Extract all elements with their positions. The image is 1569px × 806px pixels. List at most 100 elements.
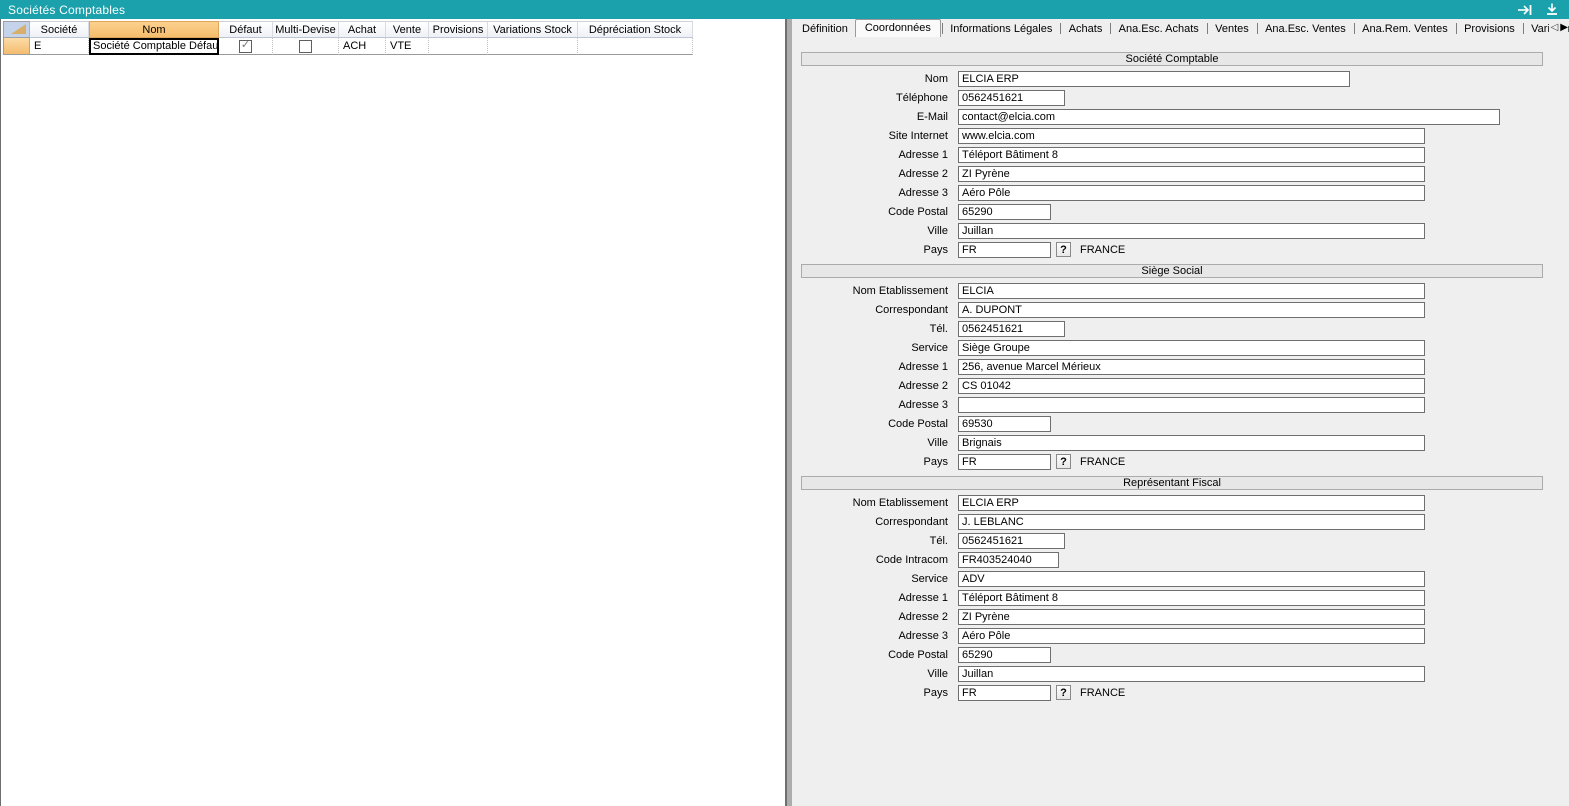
- column-header-provisions[interactable]: Provisions: [429, 21, 488, 38]
- sc-adresse2-input[interactable]: [958, 166, 1425, 182]
- ss-adresse2-input[interactable]: [958, 378, 1425, 394]
- sc-adresse1-input[interactable]: [958, 147, 1425, 163]
- rf-pays-input[interactable]: [958, 685, 1051, 701]
- sc-nom-input[interactable]: [958, 71, 1350, 87]
- tab-ana-esc-achats[interactable]: Ana.Esc. Achats: [1112, 21, 1206, 37]
- cell-variations-stock[interactable]: [488, 38, 578, 55]
- detail-tabbar: Définition Coordonnées Informations Léga…: [792, 19, 1569, 37]
- dock-right-icon[interactable]: [1516, 3, 1534, 16]
- ss-correspondant-input[interactable]: [958, 302, 1425, 318]
- section-societe-comptable: Nom Téléphone E-Mail Site Internet Adres…: [792, 66, 1569, 259]
- form-row: Pays ? FRANCE: [792, 683, 1569, 702]
- tab-achats[interactable]: Achats: [1062, 21, 1110, 37]
- check-icon: ✓: [241, 40, 250, 51]
- tab-ana-rem-ventes[interactable]: Ana.Rem. Ventes: [1355, 21, 1455, 37]
- ss-service-input[interactable]: [958, 340, 1425, 356]
- row-selector-cell[interactable]: [3, 38, 30, 55]
- panel-splitter[interactable]: [785, 19, 792, 806]
- form-row: Adresse 3: [792, 626, 1569, 645]
- field-label: Ville: [792, 225, 948, 237]
- section-header-siege-social: Siège Social: [801, 264, 1543, 278]
- rf-service-input[interactable]: [958, 571, 1425, 587]
- column-header-multi-devise[interactable]: Multi-Devise: [273, 21, 339, 38]
- sc-pays-input[interactable]: [958, 242, 1051, 258]
- form-row: Adresse 1: [792, 145, 1569, 164]
- sc-adresse3-input[interactable]: [958, 185, 1425, 201]
- ss-tel-input[interactable]: [958, 321, 1065, 337]
- tab-ventes[interactable]: Ventes: [1208, 21, 1256, 37]
- ss-pays-input[interactable]: [958, 454, 1051, 470]
- cell-multi-devise[interactable]: ✓: [273, 38, 339, 55]
- rf-tel-input[interactable]: [958, 533, 1065, 549]
- sc-ville-input[interactable]: [958, 223, 1425, 239]
- field-label: E-Mail: [792, 111, 948, 123]
- form-row: Ville: [792, 221, 1569, 240]
- field-label: Téléphone: [792, 92, 948, 104]
- column-header-achat[interactable]: Achat: [339, 21, 386, 38]
- tab-scroll-left-icon[interactable]: ◁: [1551, 23, 1559, 33]
- cell-vente[interactable]: VTE: [386, 38, 429, 55]
- tab-scroll-right-icon[interactable]: ▶: [1560, 23, 1568, 33]
- table-row: E Société Comptable Défaut ✓ ✓ ACH VTE: [3, 38, 693, 55]
- cell-societe[interactable]: E: [30, 38, 89, 55]
- cell-nom-selected[interactable]: Société Comptable Défaut: [89, 38, 219, 55]
- field-label: Code Intracom: [792, 554, 948, 566]
- rf-nom-etablissement-input[interactable]: [958, 495, 1425, 511]
- tab-definition[interactable]: Définition: [795, 21, 855, 37]
- tab-provisions[interactable]: Provisions: [1457, 21, 1522, 37]
- multi-devise-checkbox[interactable]: ✓: [299, 40, 312, 53]
- rf-code-intracom-input[interactable]: [958, 552, 1059, 568]
- column-header-societe[interactable]: Société: [30, 21, 89, 38]
- rf-adresse2-input[interactable]: [958, 609, 1425, 625]
- field-label: Adresse 3: [792, 630, 948, 642]
- select-all-corner-cell[interactable]: [3, 21, 30, 38]
- form-row: Code Postal: [792, 414, 1569, 433]
- sc-code-postal-input[interactable]: [958, 204, 1051, 220]
- rf-country-lookup-button[interactable]: ?: [1056, 685, 1071, 700]
- form-row: Adresse 3: [792, 183, 1569, 202]
- sc-site-internet-input[interactable]: [958, 128, 1425, 144]
- column-header-depreciation-stock[interactable]: Dépréciation Stock: [578, 21, 693, 38]
- cell-achat[interactable]: ACH: [339, 38, 386, 55]
- ss-nom-etablissement-input[interactable]: [958, 283, 1425, 299]
- ss-adresse3-input[interactable]: [958, 397, 1425, 413]
- form-row: Site Internet: [792, 126, 1569, 145]
- form-row: Tél.: [792, 531, 1569, 550]
- column-header-vente[interactable]: Vente: [386, 21, 429, 38]
- form-row: Ville: [792, 433, 1569, 452]
- field-label: Code Postal: [792, 418, 948, 430]
- form-row: Adresse 2: [792, 164, 1569, 183]
- column-header-variations-stock[interactable]: Variations Stock: [488, 21, 578, 38]
- cell-depreciation-stock[interactable]: [578, 38, 693, 55]
- field-label: Adresse 2: [792, 380, 948, 392]
- sc-country-lookup-button[interactable]: ?: [1056, 242, 1071, 257]
- dock-bottom-icon[interactable]: [1543, 3, 1561, 16]
- detail-panel: Définition Coordonnées Informations Léga…: [792, 19, 1569, 806]
- defaut-checkbox[interactable]: ✓: [239, 40, 252, 53]
- column-header-defaut[interactable]: Défaut: [219, 21, 273, 38]
- tab-coordonnees[interactable]: Coordonnées: [855, 19, 941, 37]
- form-row: Adresse 2: [792, 607, 1569, 626]
- column-header-nom[interactable]: Nom: [89, 21, 219, 38]
- cell-defaut[interactable]: ✓: [219, 38, 273, 55]
- rf-adresse3-input[interactable]: [958, 628, 1425, 644]
- tab-informations-legales[interactable]: Informations Légales: [943, 21, 1059, 37]
- ss-ville-input[interactable]: [958, 435, 1425, 451]
- cell-provisions[interactable]: [429, 38, 488, 55]
- rf-code-postal-input[interactable]: [958, 647, 1051, 663]
- form-row: Pays ? FRANCE: [792, 452, 1569, 471]
- ss-country-lookup-button[interactable]: ?: [1056, 454, 1071, 469]
- field-label: Nom: [792, 73, 948, 85]
- sc-telephone-input[interactable]: [958, 90, 1065, 106]
- rf-adresse1-input[interactable]: [958, 590, 1425, 606]
- rf-correspondant-input[interactable]: [958, 514, 1425, 530]
- section-header-societe-comptable: Société Comptable: [801, 52, 1543, 66]
- form-row: Code Postal: [792, 202, 1569, 221]
- sc-email-input[interactable]: [958, 109, 1500, 125]
- rf-ville-input[interactable]: [958, 666, 1425, 682]
- tab-ana-esc-ventes[interactable]: Ana.Esc. Ventes: [1258, 21, 1353, 37]
- form-row: Correspondant: [792, 512, 1569, 531]
- ss-code-postal-input[interactable]: [958, 416, 1051, 432]
- form-row: E-Mail: [792, 107, 1569, 126]
- ss-adresse1-input[interactable]: [958, 359, 1425, 375]
